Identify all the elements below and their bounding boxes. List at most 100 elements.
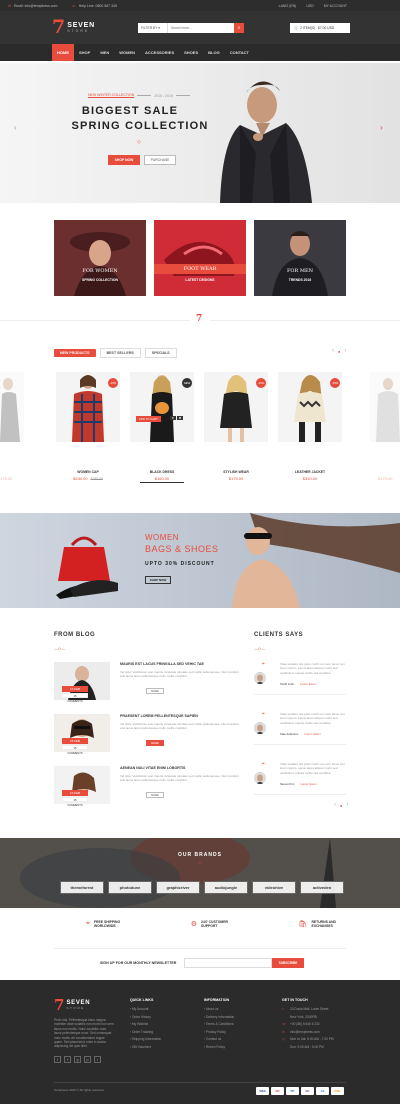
brand-logo-themeforest[interactable]: themeforest [60, 881, 104, 894]
hero-next-arrow[interactable]: › [380, 123, 383, 132]
footer-quick-link[interactable]: › My Account [130, 1007, 190, 1011]
footer-quick-link-label: Order Tracking [131, 1029, 154, 1034]
hero-shop-button[interactable]: SHOP NOW [108, 155, 140, 165]
product-card-4[interactable]: -15% [278, 372, 342, 442]
client-role: Lorem Ipsum [300, 782, 317, 786]
hero-prev-arrow[interactable]: ‹ [14, 123, 17, 132]
payment-methods: VISA MC PP DC AE DSC [256, 1087, 344, 1095]
clients-carousel-nav: ‹ ● › [334, 802, 348, 808]
product-2-name[interactable]: BLACK DRESS [130, 470, 194, 474]
product-3-name[interactable]: STYLISH WEAR [204, 470, 268, 474]
blog-post-title[interactable]: PRAESENT LOREM PELLENTESQUE SAPIEN [120, 714, 244, 718]
nav-item-accessories[interactable]: ACCESSORIES [140, 44, 179, 61]
nav-item-blog[interactable]: BLOG [203, 44, 225, 61]
nav-item-contact[interactable]: CONTACT [225, 44, 254, 61]
brand-logo-photodune[interactable]: photodune [108, 881, 152, 894]
pinterest-icon[interactable]: p [84, 1056, 91, 1063]
blog-post-more-button[interactable]: MORE [146, 688, 164, 694]
googleplus-icon[interactable]: g [74, 1056, 81, 1063]
footer-info-link[interactable]: › Return Policy [204, 1045, 264, 1049]
blog-post-comments[interactable]: 15 COMMENTS [62, 797, 88, 807]
footer-contact-text: Mon to Sat: 8.00 AM - 7.00 PM [290, 1037, 334, 1042]
blog-post-comments[interactable]: 15 COMMENTS [62, 745, 88, 755]
footer-info-link[interactable]: › Terms & Conditions [204, 1022, 264, 1026]
logo[interactable]: 7 SEVEN STORE [52, 16, 95, 38]
footer-contact-item: ⌖ 23 Ducia Mall, Lorim Street [282, 1007, 352, 1011]
nav-item-men[interactable]: MEN [95, 44, 114, 61]
newsletter-subscribe-button[interactable]: SUBSCRIBE [272, 958, 304, 968]
product-4-name[interactable]: LEATHER JACKET [278, 470, 342, 474]
tab-new-products[interactable]: NEW PRODUCTS [54, 349, 96, 357]
clients-next-arrow[interactable]: › [346, 802, 348, 808]
product-card-2[interactable]: NEW ADD TO CART ♥ ⇄ [130, 372, 194, 442]
nav-item-home[interactable]: HOME [52, 44, 74, 61]
hero-purchase-button[interactable]: PURCHASE [144, 155, 176, 165]
currency-select[interactable]: USD [306, 4, 313, 8]
wishlist-icon[interactable]: ♥ [170, 416, 176, 420]
search-button[interactable]: ⌕ [234, 23, 244, 33]
clients-prev-arrow[interactable]: ‹ [334, 802, 336, 808]
logo-number: 7 [52, 16, 66, 38]
footer-info-link[interactable]: › About us [204, 1007, 264, 1011]
blog-post-title[interactable]: AENEAN NULI VITAE ENIM LOBORTIS [120, 766, 244, 770]
blog-post-more-button[interactable]: MORE [146, 792, 164, 798]
brand-logo-activeden[interactable]: activeden [300, 881, 344, 894]
rss-icon[interactable]: r [94, 1056, 101, 1063]
product-2-add-to-cart[interactable]: ADD TO CART [136, 416, 161, 422]
cart-widget[interactable]: 🛒 2 ITEM(S) - $7.00 USD [290, 23, 350, 33]
footer-info-link[interactable]: › Privacy Policy [204, 1030, 264, 1034]
filter-label: FILTER BY [141, 26, 158, 30]
promo-shop-button[interactable]: SHOP NOW [145, 576, 171, 584]
blog-post-more-button[interactable]: MORE [146, 740, 164, 746]
compare-icon[interactable]: ⇄ [176, 416, 184, 420]
footer-quick-link[interactable]: › My Wishlist [130, 1022, 190, 1026]
product-next-arrow[interactable]: › [344, 348, 346, 354]
product-card-1[interactable]: -15% [56, 372, 120, 442]
section-divider-line-right [210, 320, 400, 321]
footer-quick-link[interactable]: › Shipping Information [130, 1037, 190, 1041]
search-input[interactable] [168, 23, 234, 33]
product-card-3[interactable]: -15% [204, 372, 268, 442]
product-1-old-price: $285.00 [90, 476, 103, 481]
blog-post-title[interactable]: MAURIS EST LACUS FRINGILLA SED VEHIC TAE [120, 662, 244, 666]
nav-item-shoes[interactable]: SHOES [179, 44, 203, 61]
feature-line2: WORLDWIDE [93, 924, 116, 928]
category-women[interactable]: FOR WOMEN SPRING COLLECTION [54, 220, 146, 296]
section-divider-logo: 7 [196, 314, 203, 324]
product-prev-arrow[interactable]: ‹ [332, 348, 334, 354]
footer-quick-link[interactable]: › Order Tracking [130, 1030, 190, 1034]
blog-title: FROM BLOG [54, 632, 96, 638]
email-text[interactable]: Email: info@templness.com [14, 4, 57, 8]
footer-logo[interactable]: 7 SEVEN STORE [54, 998, 90, 1013]
clients-pager-dot: ● [340, 802, 343, 808]
footer-quick-link[interactable]: › Gift Vouchers [130, 1045, 190, 1049]
newsletter-email-input[interactable] [184, 958, 272, 968]
twitter-icon[interactable]: t [64, 1056, 71, 1063]
product-1-name[interactable]: WOMEN CAP [56, 470, 120, 474]
blog-post-comments[interactable]: 15 COMMENTS [62, 693, 88, 703]
footer-contact-item: ✉ info@templness.com [282, 1030, 352, 1034]
category-footwear[interactable]: FOOT WEAR LATEST DESIGNS [154, 220, 246, 296]
brand-logo-graphicriver[interactable]: graphicriver [156, 881, 200, 894]
tab-best-sellers[interactable]: BEST SELLERS [99, 348, 141, 358]
nav-item-women[interactable]: WOMEN [114, 44, 140, 61]
footer-info-link-label: About us [205, 1007, 219, 1011]
partial-product-right [370, 372, 400, 442]
client-quote: Vitae sodales nisi justo morbi non sem l… [280, 712, 345, 725]
email-icon: ✉ [282, 1029, 285, 1034]
brand-logo-audiojungle[interactable]: audiojungle [204, 881, 248, 894]
footer-quick-link[interactable]: › Order History [130, 1015, 190, 1019]
facebook-icon[interactable]: f [54, 1056, 61, 1063]
category-men[interactable]: FOR MEN TRENDS 2016 [254, 220, 346, 296]
tab-specials[interactable]: SPECIALS [144, 348, 177, 358]
language-select[interactable]: LANG (EN) [279, 4, 297, 8]
footer: 7 SEVEN STORE Proin nisl. Pellentesque r… [0, 980, 400, 1104]
blog-post-date: 15 FEB [62, 738, 88, 744]
account-link[interactable]: MY ACCOUNT [324, 4, 347, 8]
filter-dropdown[interactable]: FILTER BY ▾ [138, 23, 168, 33]
footer-info-link[interactable]: › Delivery Information [204, 1015, 264, 1019]
brand-logo-videohive[interactable]: videohive [252, 881, 296, 894]
client-quote-icon: ❝ [262, 662, 265, 668]
nav-item-shop[interactable]: SHOP [74, 44, 95, 61]
footer-info-link[interactable]: › Contact us [204, 1037, 264, 1041]
